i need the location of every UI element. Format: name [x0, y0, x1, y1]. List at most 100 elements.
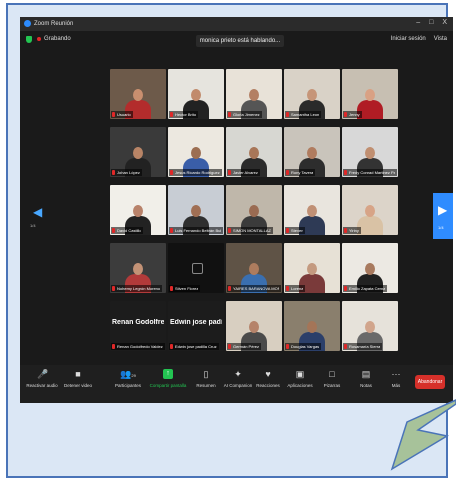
participant-name: Rony Tavera — [291, 170, 314, 175]
prev-page-button[interactable]: ◀ 1/4 — [26, 197, 48, 235]
muted-mic-icon — [170, 112, 173, 117]
participant-tile[interactable]: Rosamaría Sierra — [342, 301, 398, 351]
participant-name: Javier Alvarez — [233, 170, 258, 175]
recording-indicator[interactable]: Grabando — [37, 36, 71, 42]
participant-tile[interactable]: Jenny — [342, 69, 398, 119]
muted-mic-icon — [112, 286, 115, 291]
more-button[interactable]: ··· Más — [376, 369, 416, 388]
close-button[interactable]: X — [442, 19, 447, 26]
participant-name: Jenny — [349, 112, 360, 117]
muted-mic-icon — [286, 112, 289, 117]
participant-head — [365, 89, 375, 101]
participant-head — [133, 263, 143, 275]
muted-mic-icon — [228, 228, 231, 233]
participant-head — [307, 147, 317, 159]
participant-tile[interactable]: Nohemy Legrón Moreno — [110, 243, 166, 293]
participant-tile[interactable]: Edwin jose padi... Edwin jose padilla Cru… — [168, 301, 224, 351]
participant-tile[interactable]: Johan López — [110, 127, 166, 177]
participant-name-label: Yiriny — [343, 227, 361, 234]
participant-name: Usuario — [117, 112, 131, 117]
muted-mic-icon — [286, 170, 289, 175]
participant-head — [307, 205, 317, 217]
muted-mic-icon — [112, 228, 115, 233]
muted-mic-icon — [170, 286, 173, 291]
participant-tile[interactable]: Douglas Vargas — [284, 301, 340, 351]
participant-name-label: Edwin jose padilla Cruz — [169, 343, 219, 350]
participant-tile[interactable]: Yiriny — [342, 185, 398, 235]
participant-name: Edwin jose padilla Cruz — [175, 344, 217, 349]
participant-tile[interactable]: Usuario — [110, 69, 166, 119]
maximize-button[interactable]: □ — [429, 19, 433, 26]
apps-label: Aplicaciones — [287, 383, 313, 388]
participant-tile[interactable]: Renan Godolfre... Renan Godolfredo Valdez — [110, 301, 166, 351]
participant-tile[interactable]: Javier Alvarez — [226, 127, 282, 177]
view-button[interactable]: Vista — [434, 36, 447, 42]
record-dot-icon — [37, 37, 41, 41]
participant-tile[interactable]: Samantha Leon — [284, 69, 340, 119]
participant-tile[interactable]: Stiven Florez — [168, 243, 224, 293]
zoom-window: Zoom Reunión – □ X Grabando monica priet… — [20, 17, 453, 403]
participant-name-label: Lorena — [285, 285, 306, 292]
page-indicator-left: 1/4 — [30, 223, 36, 228]
participant-tile[interactable]: YAIRES BARANOVA MON... — [226, 243, 282, 293]
camera-off-icon — [192, 263, 203, 274]
share-screen-button[interactable]: ↑ Compartir pantalla — [148, 369, 188, 388]
participant-head — [307, 263, 317, 275]
participant-tile[interactable]: Jesus Ricardo Rodriguez — [168, 127, 224, 177]
minimize-button[interactable]: – — [416, 19, 420, 26]
participant-name-label: Rosamaría Sierra — [343, 343, 383, 350]
muted-mic-icon — [112, 112, 115, 117]
muted-mic-icon — [170, 228, 173, 233]
participant-name: Jesus Ricardo Rodriguez — [175, 170, 220, 175]
people-icon: 👥29 — [120, 369, 136, 379]
participant-name: Lorena — [291, 286, 304, 291]
whiteboard-icon: □ — [329, 369, 335, 379]
recording-label: Grabando — [44, 36, 71, 42]
ellipsis-icon: ··· — [391, 369, 401, 379]
participant-tile[interactable]: Hector Brito — [168, 69, 224, 119]
shield-icon[interactable] — [26, 36, 32, 43]
participant-name-label: Stiven Florez — [169, 285, 201, 292]
participant-tile[interactable]: David Castillo — [110, 185, 166, 235]
participant-head — [133, 147, 143, 159]
window-controls: – □ X — [416, 19, 447, 26]
participant-tile[interactable]: SIMON MONTALLAZ — [226, 185, 282, 235]
chevron-left-icon: ◀ — [33, 205, 43, 219]
unmute-audio-button[interactable]: 🎤 Reactivar audio — [22, 369, 62, 388]
participant-name: Yiriny — [349, 228, 359, 233]
participant-name-label: Douglas Vargas — [285, 343, 322, 350]
next-page-button[interactable]: ▶ 1/4 — [433, 193, 453, 239]
sign-in-link[interactable]: Iniciar sesión — [391, 36, 426, 42]
notes-icon: ▤ — [361, 369, 371, 379]
muted-mic-icon — [344, 286, 347, 291]
participant-tile[interactable]: Fredy Conrad Martinez Padr... — [342, 127, 398, 177]
participant-name-label: David Castillo — [111, 227, 144, 234]
participant-head — [365, 147, 375, 159]
meeting-top-bar: Grabando monica prieto está hablando... … — [20, 31, 453, 49]
participant-tile[interactable]: Steven — [284, 185, 340, 235]
muted-mic-icon — [228, 344, 231, 349]
participant-name-label: Jenny — [343, 111, 362, 118]
participant-tile[interactable]: Rony Tavera — [284, 127, 340, 177]
participants-button[interactable]: 👥29 Participantes — [108, 369, 148, 388]
leave-button[interactable]: Abandonar — [415, 375, 445, 389]
meeting-toolbar: 🎤 Reactivar audio ■ Detener video 👥29 Pa… — [20, 365, 453, 403]
participants-count: 29 — [131, 373, 136, 378]
participant-tile[interactable]: Gloria Jimenez — [226, 69, 282, 119]
participant-name: Johan López — [117, 170, 140, 175]
participant-head — [365, 263, 375, 275]
muted-mic-icon — [286, 344, 289, 349]
participant-head — [307, 89, 317, 101]
stop-video-button[interactable]: ■ Detener video — [58, 369, 98, 388]
participant-display-name: Edwin jose padi... — [170, 319, 222, 326]
participant-tile[interactable]: Lorena — [284, 243, 340, 293]
participant-tile[interactable]: Germán Pérez — [226, 301, 282, 351]
participant-tile[interactable]: Emilio Zapata Cerna — [342, 243, 398, 293]
share-screen-icon: ↑ — [163, 369, 173, 379]
participant-tile[interactable]: Luis Fernando Beltrán Bula — [168, 185, 224, 235]
muted-mic-icon — [344, 344, 347, 349]
microphone-off-icon: 🎤 — [37, 369, 49, 379]
participant-name: Fredy Conrad Martinez Padr... — [349, 170, 395, 175]
document-icon: ▯ — [203, 369, 209, 379]
participant-name-label: Luis Fernando Beltrán Bula — [169, 227, 223, 234]
